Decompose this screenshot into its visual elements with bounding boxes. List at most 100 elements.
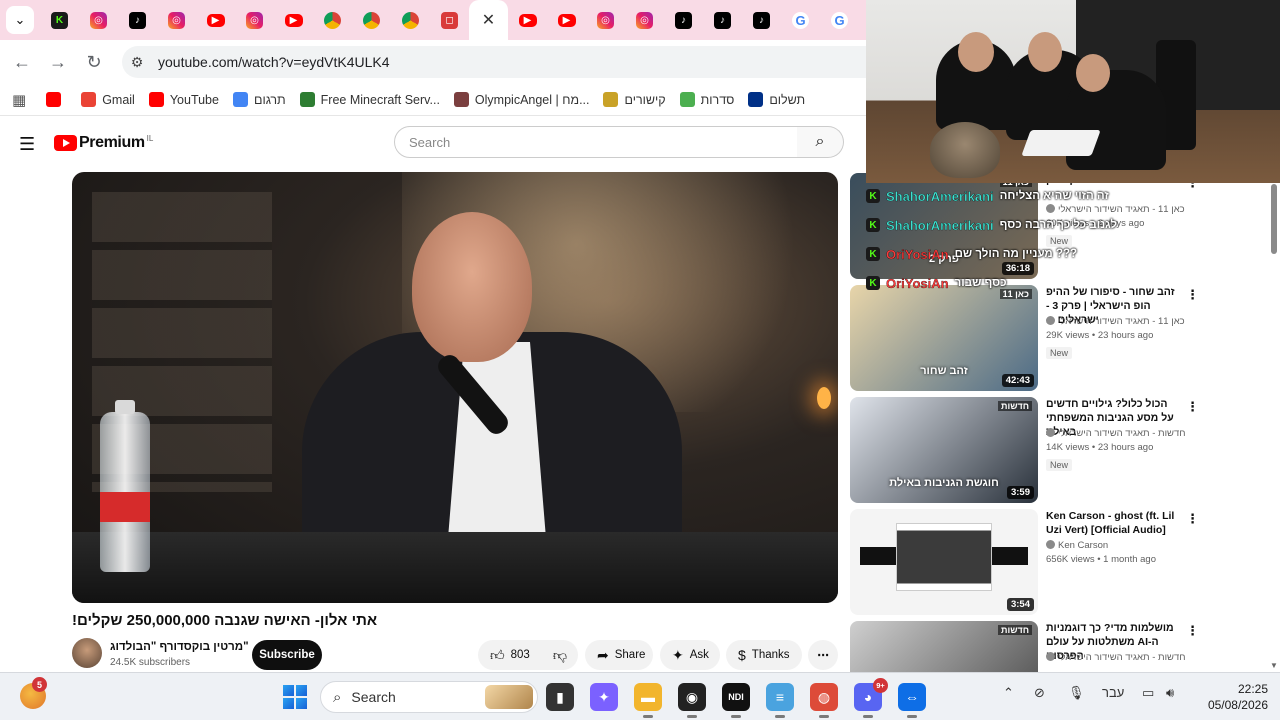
bookmark-item[interactable]: קישורים (603, 92, 666, 107)
kick-icon: K (51, 11, 68, 29)
more-vertical-icon[interactable]: ⋮ (1186, 287, 1199, 303)
tab-search-button[interactable]: ⌄ (6, 6, 34, 34)
bookmark-item[interactable] (46, 92, 67, 107)
browser-tab[interactable]: ▶ (508, 0, 547, 40)
address-bar[interactable]: ⚙ youtube.com/watch?v=eydVtK4ULK4 (122, 46, 882, 78)
browser-tab[interactable]: G (781, 0, 820, 40)
browser-tab[interactable]: ◎ (157, 0, 196, 40)
weather-widget[interactable]: 5 (20, 677, 47, 709)
browser-tab[interactable]: ▶ (274, 0, 313, 40)
video-thumbnail[interactable]: כאן 11פרק 236:18 (850, 173, 1038, 279)
taskbar-search[interactable]: ⌕ Search (320, 681, 538, 713)
display-icon[interactable]: ▭ (1142, 685, 1154, 701)
close-icon[interactable]: ✕ (480, 12, 497, 29)
bookmark-item[interactable]: סדרות (679, 92, 734, 107)
recommendation-meta: 656K views • 1 month ago (1046, 554, 1157, 565)
browser-tab[interactable]: ♪ (742, 0, 781, 40)
video-thumbnail[interactable]: חדשות חוגשת הגניבות באילת 3:59 (850, 397, 1038, 503)
thanks-button[interactable]: $ Thanks (726, 640, 802, 670)
bookmark-item[interactable]: תשלום (748, 92, 805, 107)
scrollbar[interactable]: ▼ (1270, 172, 1278, 672)
folder-icon[interactable]: ▬ (634, 683, 662, 718)
video-player[interactable] (72, 172, 838, 603)
browser-tab[interactable]: ✕ (469, 0, 508, 40)
obs-icon[interactable]: ◉ (678, 683, 706, 718)
teamviewer-icon[interactable]: ⇔ (898, 683, 926, 718)
discord-icon[interactable]: ◕ 9+ (854, 678, 888, 718)
copilot-icon[interactable]: ✦ (590, 683, 618, 711)
bookmark-item[interactable]: YouTube (148, 92, 219, 107)
reload-button[interactable]: ↻ (76, 44, 112, 80)
search-button[interactable]: ⌕ (797, 126, 844, 158)
browser-tab[interactable]: ◻ (430, 0, 469, 40)
recommendation-item[interactable]: כאן 11פרק 236:18מהפכת שוק ההוןכאן 11 - ת… (850, 173, 1270, 279)
bookmark-item[interactable]: Free Minecraft Serv... (299, 92, 440, 107)
recommendation-item[interactable]: חדשות חוגשת הגניבות באילת 3:59 הכול כלול? ג… (850, 397, 1270, 503)
browser-tab[interactable]: ▶ (547, 0, 586, 40)
channel-name[interactable]: מרטין בוקסדורף "הבולדוג" (110, 641, 249, 653)
browser-tab[interactable] (313, 0, 352, 40)
browser-tab[interactable]: ◎ (235, 0, 274, 40)
browser-tab[interactable]: ◎ (625, 0, 664, 40)
system-clock[interactable]: 22:25 05/08/2026 (1196, 681, 1268, 713)
recommendation-item[interactable]: כאן 11 זהב שחור 42:43 זהב שחור - סיפורו של … (850, 285, 1270, 391)
browser-tab[interactable] (352, 0, 391, 40)
start-button[interactable] (283, 685, 307, 709)
video-thumbnail[interactable]: כאן 11 זהב שחור 42:43 (850, 285, 1038, 391)
browser-tab[interactable]: ♪ (703, 0, 742, 40)
avatar[interactable] (72, 638, 102, 668)
browser-tab[interactable]: ▶ (196, 0, 235, 40)
video-thumbnail[interactable]: חדשות (850, 621, 1038, 672)
volume-icon[interactable]: 🔊︎ (1166, 685, 1174, 701)
bookmark-item[interactable]: OlympicAngel | מח... (453, 92, 589, 107)
notification-badge: 9+ (873, 678, 888, 693)
more-vertical-icon[interactable]: ⋮ (1186, 511, 1199, 527)
red-app-icon: ◻ (441, 11, 458, 29)
recommendation-channel[interactable]: כאן 11 - תאגיד השידור הישראלי (1046, 316, 1186, 327)
recommendation-channel[interactable]: כאן 11 - תאגיד השידור הישראלי (1046, 204, 1186, 215)
browser-tab[interactable] (391, 0, 430, 40)
chrome-icon[interactable]: ◍ (810, 683, 838, 718)
search-input[interactable]: Search (394, 126, 798, 158)
new-badge: New (1046, 459, 1073, 471)
browser-tab[interactable]: ♪ (664, 0, 703, 40)
microphone-icon[interactable]: 🎙︎ (1068, 685, 1085, 701)
notepad-icon[interactable]: ≡ (766, 683, 794, 718)
scroll-down-icon[interactable]: ▼ (1270, 661, 1278, 670)
browser-tab[interactable]: ◎ (586, 0, 625, 40)
language-indicator[interactable]: עבר (1102, 685, 1124, 700)
bookmark-item[interactable]: תרגום (232, 92, 286, 107)
ask-button[interactable]: ✦ Ask (660, 640, 720, 670)
recommendation-channel[interactable]: כאן | חדשות - תאגיד השידור הישראלי (1046, 652, 1186, 663)
browser-tab[interactable]: ♪ (118, 0, 157, 40)
browser-tab[interactable]: G (820, 0, 859, 40)
recommendation-title[interactable]: Ken Carson - ghost (ft. Lil Uzi Vert) [O… (1046, 509, 1180, 537)
verified-icon (1046, 316, 1055, 325)
more-actions-button[interactable]: ⋯ (808, 640, 838, 670)
chevron-up-icon[interactable]: ⌃ (1003, 685, 1014, 701)
youtube-icon: ▶ (206, 13, 225, 27)
back-button[interactable]: ← (4, 44, 40, 80)
dislike-button[interactable]: 👎︎ (542, 640, 578, 670)
recommendation-item[interactable]: חדשות מושלמות מדי? כך דוגמניות ה-AI משתלט… (850, 621, 1270, 672)
recommendation-channel[interactable]: Ken Carson (1046, 540, 1186, 551)
instagram-icon: ◎ (168, 11, 185, 29)
more-vertical-icon[interactable]: ⋮ (1186, 623, 1199, 639)
youtube-logo[interactable]: Premium IL (54, 134, 153, 152)
share-button[interactable]: ➦ Share (585, 640, 653, 670)
more-vertical-icon[interactable]: ⋮ (1186, 399, 1199, 415)
menu-icon[interactable]: ☰ (19, 134, 35, 155)
browser-tab[interactable]: ◎ (79, 0, 118, 40)
video-thumbnail[interactable]: 3:54 (850, 509, 1038, 615)
ndi-icon[interactable]: NDI (722, 683, 750, 718)
apps-grid-icon[interactable]: ▦ (12, 91, 26, 109)
bookmark-item[interactable]: Gmail (81, 92, 135, 107)
file-explorer-dark-icon[interactable]: ▮ (546, 683, 574, 711)
network-off-icon[interactable]: ⊘ (1034, 685, 1045, 701)
browser-tab[interactable]: K (40, 0, 79, 40)
recommendation-item[interactable]: 3:54 Ken Carson - ghost (ft. Lil Uzi Vert… (850, 509, 1270, 615)
subscribe-button[interactable]: Subscribe (252, 640, 322, 670)
site-settings-icon[interactable]: ⚙ (122, 54, 152, 71)
recommendation-channel[interactable]: כאן | חדשות - תאגיד השידור הישראלי (1046, 428, 1186, 439)
forward-button[interactable]: → (40, 44, 76, 80)
